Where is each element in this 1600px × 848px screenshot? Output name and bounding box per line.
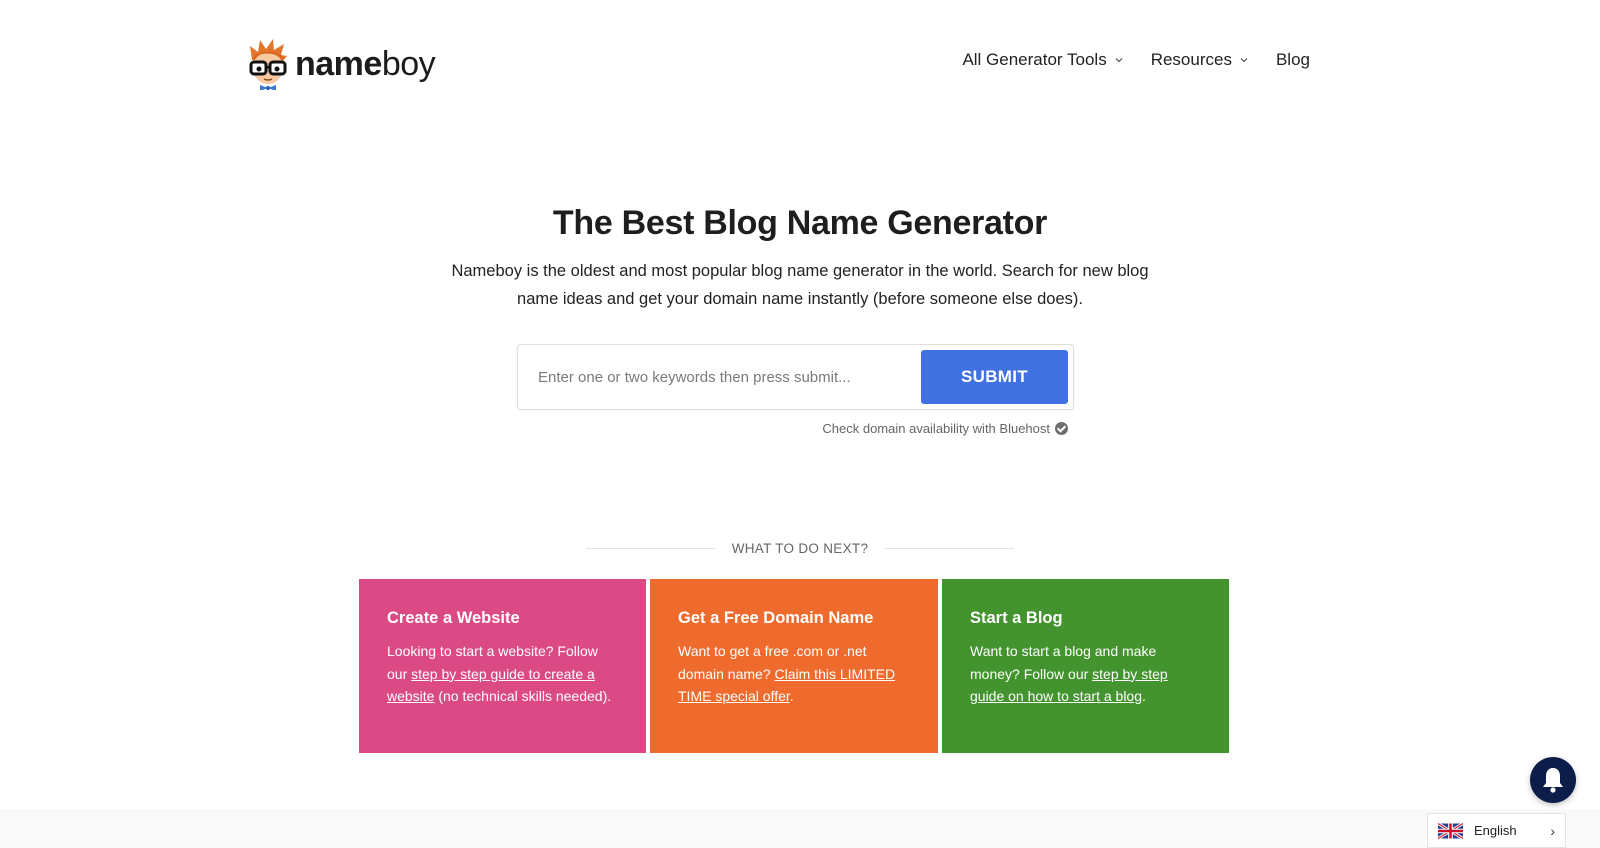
page-title: The Best Blog Name Generator xyxy=(552,204,1048,242)
what-to-do-next-divider: WHAT TO DO NEXT? xyxy=(0,541,1600,556)
nav-label: Blog xyxy=(1275,50,1310,69)
bell-icon xyxy=(1543,768,1563,793)
hero: The Best Blog Name Generator Nameboy is … xyxy=(0,204,1600,313)
logo[interactable]: nameboy xyxy=(246,38,436,91)
logo-text: nameboy xyxy=(295,44,436,83)
bluehost-check-text: Check domain availability with Bluehost xyxy=(822,421,1050,436)
search-form: SUBMIT xyxy=(517,344,1074,410)
main-nav: All Generator Tools Resources Blog xyxy=(934,50,1310,70)
hero-description: Nameboy is the oldest and most popular b… xyxy=(451,262,1149,308)
mascot-icon xyxy=(246,38,290,91)
site-header: nameboy All Generator Tools Resources Bl… xyxy=(0,0,1600,120)
card-create-website: Create a Website Looking to start a webs… xyxy=(359,579,646,753)
check-circle-icon xyxy=(1055,422,1068,435)
bluehost-check: Check domain availability with Bluehost xyxy=(822,421,1068,436)
card-title: Create a Website xyxy=(387,609,520,627)
divider-line xyxy=(884,548,1015,549)
chevron-down-icon xyxy=(1240,58,1248,63)
card-free-domain: Get a Free Domain Name Want to get a fre… xyxy=(650,579,938,753)
card-start-blog: Start a Blog Want to start a blog and ma… xyxy=(942,579,1229,753)
uk-flag-icon xyxy=(1438,822,1463,839)
card-title: Get a Free Domain Name xyxy=(678,609,874,627)
nav-label: Resources xyxy=(1150,50,1232,69)
section-label: WHAT TO DO NEXT? xyxy=(731,541,869,556)
nav-resources[interactable]: Resources xyxy=(1151,50,1248,70)
next-steps-cards: Create a Website Looking to start a webs… xyxy=(359,579,1229,753)
nav-label: All Generator Tools xyxy=(962,50,1107,69)
chevron-down-icon xyxy=(1115,58,1123,63)
card-text: Want to get a free .com or .net domain n… xyxy=(678,643,896,704)
footer-band xyxy=(0,809,1600,848)
language-selector[interactable]: English › xyxy=(1427,813,1566,848)
language-label: English xyxy=(1474,823,1517,838)
card-title: Start a Blog xyxy=(970,609,1063,627)
nav-blog[interactable]: Blog xyxy=(1276,50,1310,70)
card-text: Want to start a blog and make money? Fol… xyxy=(970,643,1168,704)
keyword-input[interactable] xyxy=(518,345,913,409)
chevron-right-icon: › xyxy=(1550,822,1555,839)
divider-line xyxy=(585,548,716,549)
nav-all-generator-tools[interactable]: All Generator Tools xyxy=(962,50,1123,70)
card-text: Looking to start a website? Follow our s… xyxy=(387,643,612,704)
notification-bell-button[interactable] xyxy=(1530,757,1576,803)
submit-button[interactable]: SUBMIT xyxy=(921,350,1068,404)
